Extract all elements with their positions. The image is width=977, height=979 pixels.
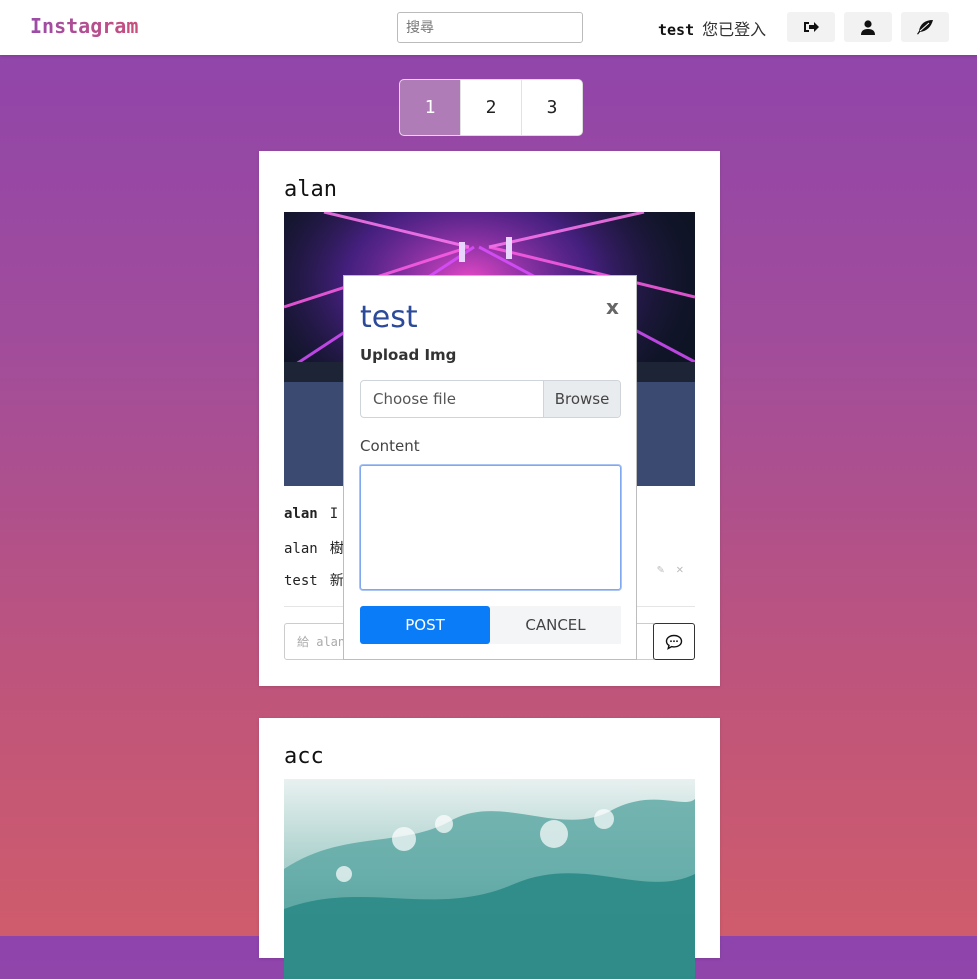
close-icon[interactable]: x bbox=[606, 295, 619, 319]
post-card: acc bbox=[259, 718, 720, 979]
comment-item: test 新 bbox=[284, 570, 344, 590]
caption-username[interactable]: alan bbox=[284, 506, 318, 522]
edit-pencil-icon[interactable]: ✎ bbox=[657, 562, 664, 576]
page-button-3[interactable]: 3 bbox=[521, 80, 582, 135]
user-icon bbox=[861, 19, 875, 35]
browse-button[interactable]: Browse bbox=[543, 381, 620, 417]
page-button-1[interactable]: 1 bbox=[400, 80, 460, 135]
comment-text: 樹 bbox=[329, 541, 344, 557]
new-post-button[interactable] bbox=[901, 12, 949, 42]
post-caption: alan I bbox=[284, 506, 338, 522]
profile-button[interactable] bbox=[844, 12, 892, 42]
file-placeholder[interactable]: Choose file bbox=[361, 381, 543, 417]
caption-text: I bbox=[329, 506, 339, 522]
post-author[interactable]: alan bbox=[284, 177, 337, 202]
post-button[interactable]: POST bbox=[360, 606, 490, 644]
current-username: test bbox=[658, 21, 695, 39]
cancel-button[interactable]: CANCEL bbox=[490, 606, 621, 644]
send-comment-button[interactable] bbox=[653, 623, 695, 660]
comment-item: alan 樹 bbox=[284, 538, 344, 558]
feather-icon bbox=[917, 20, 933, 35]
comment-text: 新 bbox=[329, 573, 344, 589]
page-button-2[interactable]: 2 bbox=[460, 80, 521, 135]
search-input[interactable] bbox=[397, 12, 583, 43]
comment-username[interactable]: alan bbox=[284, 541, 318, 557]
logout-button[interactable] bbox=[787, 12, 835, 42]
login-status-text: 您已登入 bbox=[702, 20, 767, 39]
comment-bubble-icon bbox=[665, 634, 683, 650]
upload-label: Upload Img bbox=[360, 346, 457, 364]
comment-username[interactable]: test bbox=[284, 573, 318, 589]
new-post-modal: test x Upload Img Choose file Browse Con… bbox=[343, 275, 637, 660]
content-label: Content bbox=[360, 437, 420, 455]
pagination: 1 2 3 bbox=[399, 79, 583, 136]
comment-actions: ✎ ✕ bbox=[657, 562, 683, 576]
post-image-ocean-wave bbox=[284, 779, 695, 979]
navbar: Instagram test 您已登入 bbox=[0, 0, 977, 55]
modal-title: test bbox=[360, 300, 418, 335]
login-status: test 您已登入 bbox=[658, 16, 766, 40]
delete-x-icon[interactable]: ✕ bbox=[676, 562, 683, 576]
content-textarea[interactable] bbox=[360, 465, 621, 590]
file-input[interactable]: Choose file Browse bbox=[360, 380, 621, 418]
post-author[interactable]: acc bbox=[284, 744, 324, 769]
brand-logo[interactable]: Instagram bbox=[30, 14, 138, 38]
sign-out-icon bbox=[804, 22, 819, 32]
